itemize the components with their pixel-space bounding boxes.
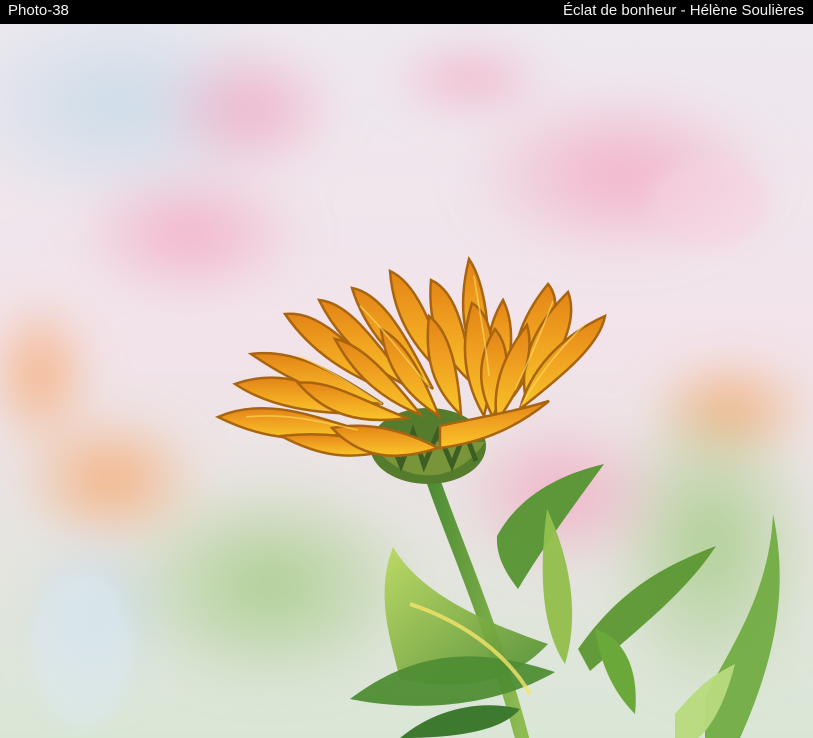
photo-frame: Photo-38 Éclat de bonheur - Hélène Souli… [0, 0, 813, 738]
photo-title: Éclat de bonheur - Hélène Soulières [563, 2, 804, 19]
flower-photo-illustration [0, 24, 813, 738]
flower-photo [0, 24, 813, 738]
photo-id: Photo-38 [8, 2, 69, 19]
caption-bar: Photo-38 Éclat de bonheur - Hélène Souli… [0, 0, 813, 24]
